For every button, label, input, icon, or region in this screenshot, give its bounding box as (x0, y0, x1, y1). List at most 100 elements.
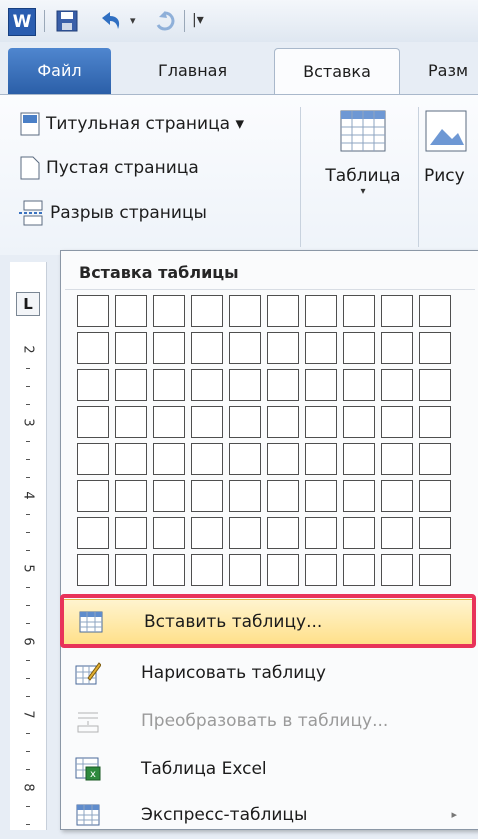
grid-cell[interactable] (115, 369, 147, 401)
insert-table-menu-item[interactable]: Вставить таблицу... (60, 594, 476, 648)
excel-table-menu-item[interactable]: x Таблица Excel (61, 745, 477, 793)
grid-cell[interactable] (229, 480, 261, 512)
grid-cell[interactable] (77, 517, 109, 549)
grid-cell[interactable] (267, 369, 299, 401)
grid-cell[interactable] (229, 443, 261, 475)
cover-page-button[interactable]: Титульная страница ▾ (20, 109, 244, 139)
grid-cell[interactable] (267, 406, 299, 438)
grid-cell[interactable] (305, 332, 337, 364)
grid-cell[interactable] (191, 480, 223, 512)
grid-cell[interactable] (419, 332, 451, 364)
grid-cell[interactable] (77, 443, 109, 475)
grid-cell[interactable] (305, 295, 337, 327)
grid-cell[interactable] (191, 295, 223, 327)
undo-dropdown-icon[interactable]: ▾ (130, 14, 136, 40)
grid-cell[interactable] (77, 406, 109, 438)
grid-cell[interactable] (153, 369, 185, 401)
grid-cell[interactable] (191, 406, 223, 438)
grid-cell[interactable] (381, 480, 413, 512)
undo-icon[interactable] (98, 8, 124, 34)
grid-cell[interactable] (115, 480, 147, 512)
grid-cell[interactable] (381, 554, 413, 586)
grid-cell[interactable] (229, 332, 261, 364)
grid-cell[interactable] (153, 554, 185, 586)
grid-cell[interactable] (381, 443, 413, 475)
grid-cell[interactable] (343, 369, 375, 401)
grid-cell[interactable] (343, 480, 375, 512)
grid-cell[interactable] (305, 406, 337, 438)
grid-cell[interactable] (419, 480, 451, 512)
grid-cell[interactable] (419, 517, 451, 549)
grid-cell[interactable] (153, 406, 185, 438)
grid-cell[interactable] (267, 480, 299, 512)
grid-cell[interactable] (381, 406, 413, 438)
table-button[interactable]: Таблица ▾ (315, 109, 411, 197)
save-icon[interactable] (56, 10, 78, 32)
draw-table-menu-item[interactable]: Нарисовать таблицу (61, 649, 477, 697)
grid-cell[interactable] (153, 332, 185, 364)
grid-cell[interactable] (77, 480, 109, 512)
tab-file[interactable]: Файл (8, 48, 111, 94)
grid-cell[interactable] (77, 554, 109, 586)
grid-cell[interactable] (115, 517, 147, 549)
grid-cell[interactable] (77, 369, 109, 401)
grid-cell[interactable] (305, 517, 337, 549)
customize-qat-icon[interactable]: |▾ (192, 12, 204, 38)
convert-to-table-menu-item[interactable]: Преобразовать в таблицу... (61, 697, 477, 745)
grid-cell[interactable] (191, 332, 223, 364)
grid-cell[interactable] (267, 295, 299, 327)
grid-cell[interactable] (343, 406, 375, 438)
grid-cell[interactable] (343, 443, 375, 475)
grid-cell[interactable] (419, 554, 451, 586)
page-break-button[interactable]: Разрыв страницы (18, 198, 207, 228)
grid-cell[interactable] (153, 443, 185, 475)
picture-button[interactable]: Рису (424, 109, 478, 186)
grid-cell[interactable] (115, 332, 147, 364)
grid-cell[interactable] (229, 406, 261, 438)
grid-cell[interactable] (191, 554, 223, 586)
grid-cell[interactable] (343, 332, 375, 364)
grid-cell[interactable] (419, 295, 451, 327)
tab-selector-icon[interactable]: L (16, 292, 40, 316)
grid-cell[interactable] (153, 517, 185, 549)
grid-cell[interactable] (77, 295, 109, 327)
grid-cell[interactable] (191, 443, 223, 475)
grid-cell[interactable] (115, 295, 147, 327)
grid-cell[interactable] (305, 369, 337, 401)
grid-cell[interactable] (229, 517, 261, 549)
grid-cell[interactable] (381, 517, 413, 549)
tab-home[interactable]: Главная (148, 48, 237, 94)
grid-cell[interactable] (343, 295, 375, 327)
grid-cell[interactable] (305, 443, 337, 475)
grid-cell[interactable] (381, 369, 413, 401)
grid-cell[interactable] (115, 554, 147, 586)
grid-cell[interactable] (419, 369, 451, 401)
grid-cell[interactable] (77, 332, 109, 364)
tab-insert[interactable]: Вставка (274, 48, 400, 96)
grid-cell[interactable] (419, 406, 451, 438)
grid-cell[interactable] (191, 517, 223, 549)
grid-cell[interactable] (267, 554, 299, 586)
grid-cell[interactable] (305, 480, 337, 512)
tab-page-layout[interactable]: Разм (418, 48, 478, 94)
grid-cell[interactable] (229, 369, 261, 401)
quick-tables-menu-item[interactable]: Экспресс-таблицы ▸ (61, 791, 477, 839)
blank-page-button[interactable]: Пустая страница (20, 153, 199, 183)
grid-cell[interactable] (381, 295, 413, 327)
grid-cell[interactable] (191, 369, 223, 401)
grid-cell[interactable] (267, 517, 299, 549)
grid-cell[interactable] (115, 406, 147, 438)
redo-icon[interactable] (153, 8, 177, 34)
grid-cell[interactable] (419, 443, 451, 475)
grid-cell[interactable] (153, 480, 185, 512)
word-app-icon[interactable]: W (8, 8, 36, 36)
grid-cell[interactable] (343, 554, 375, 586)
grid-cell[interactable] (229, 554, 261, 586)
grid-cell[interactable] (267, 443, 299, 475)
grid-cell[interactable] (381, 332, 413, 364)
grid-cell[interactable] (153, 295, 185, 327)
grid-cell[interactable] (115, 443, 147, 475)
grid-cell[interactable] (305, 554, 337, 586)
grid-cell[interactable] (267, 332, 299, 364)
grid-cell[interactable] (343, 517, 375, 549)
